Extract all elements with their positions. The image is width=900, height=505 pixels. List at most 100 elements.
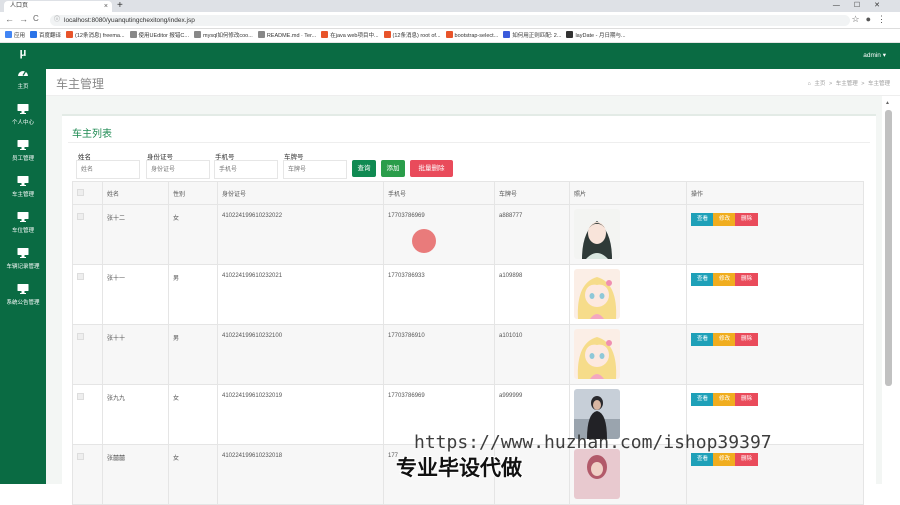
sidebar-item-label: 系统公告管理 xyxy=(6,300,40,306)
row-checkbox[interactable] xyxy=(77,393,84,400)
view-button[interactable]: 查看 xyxy=(691,393,714,406)
header-plate: 车牌号 xyxy=(494,181,570,205)
edit-button[interactable]: 修改 xyxy=(713,393,736,406)
row-checkbox[interactable] xyxy=(77,333,84,340)
bookmark-item[interactable]: 使用UEditor 报错C... xyxy=(129,29,189,42)
cell-select[interactable] xyxy=(72,324,103,385)
view-button[interactable]: 查看 xyxy=(691,333,714,346)
bookmark-favicon-icon xyxy=(321,31,329,38)
bookmark-item[interactable]: 如何用正则匹配: 2... xyxy=(503,29,561,42)
crumb-sep: > xyxy=(828,81,833,87)
breadcrumb: ⌂ 主页 > 车主管理 > 车主管理 xyxy=(806,79,890,87)
sidebar-item-label: 车辆记录管理 xyxy=(6,264,40,270)
page-header: 车主管理 ⌂ 主页 > 车主管理 > 车主管理 xyxy=(46,69,900,96)
cell-gender: 女 xyxy=(168,384,218,445)
cell-select[interactable] xyxy=(72,444,103,505)
sidebar-item-1[interactable]: 个人中心 xyxy=(0,99,46,135)
bookmark-item[interactable]: 在java web项目中... xyxy=(321,29,379,42)
bookmark-label: 使用UEditor 报错C... xyxy=(138,33,189,39)
cell-select[interactable] xyxy=(72,264,103,325)
scrollbar-thumb[interactable] xyxy=(885,110,892,386)
cell-photo xyxy=(569,444,687,505)
edit-button[interactable]: 修改 xyxy=(713,213,736,226)
plate-input[interactable] xyxy=(283,160,347,179)
reload-icon[interactable]: C xyxy=(33,14,39,23)
bookmark-favicon-icon xyxy=(445,31,453,38)
cell-select[interactable] xyxy=(72,384,103,445)
sidebar-item-6[interactable]: 系统公告管理 xyxy=(0,279,46,315)
row-checkbox[interactable] xyxy=(77,213,84,220)
bookmark-item[interactable]: README.md · Ter... xyxy=(257,29,316,42)
cell-plate: a888777 xyxy=(494,204,570,265)
edit-button[interactable]: 修改 xyxy=(713,273,736,286)
sidebar-item-5[interactable]: 车辆记录管理 xyxy=(0,243,46,279)
cell-id-number: 410224199610232019 xyxy=(217,384,384,445)
tab-title: 人口页 xyxy=(10,3,29,9)
cell-phone: 17703786933 xyxy=(383,264,495,325)
view-button[interactable]: 查看 xyxy=(691,273,714,286)
cell-select[interactable] xyxy=(72,204,103,265)
cell-actions: 查看 修改 删除 xyxy=(686,444,864,505)
sidebar-item-4[interactable]: 车位管理 xyxy=(0,207,46,243)
cursor-highlight xyxy=(412,229,436,253)
header-photo: 照片 xyxy=(569,181,687,205)
owner-list-card: 车主列表 姓名 身份证号 手机号 车牌号 查询 添加 批量删除 姓名 性别 身份… xyxy=(62,114,876,505)
bookmark-item[interactable]: 百度翻译 xyxy=(30,29,61,42)
bookmarks-bar: 应用 百度翻译 (12条消息) freema... 使用UEditor 报错C... m… xyxy=(0,29,900,43)
header-select-all[interactable] xyxy=(72,181,103,205)
browser-tab[interactable]: 人口页 × xyxy=(4,1,112,12)
sidebar-item-label: 个人中心 xyxy=(11,120,34,126)
bookmark-item[interactable]: bootstrap-select... xyxy=(445,29,498,42)
cell-plate: a109898 xyxy=(494,264,570,325)
crumb-section[interactable]: 车主管理 xyxy=(836,81,858,87)
crumb-home[interactable]: 主页 xyxy=(814,81,825,87)
search-button[interactable]: 查询 xyxy=(352,160,376,177)
sidebar-item-3[interactable]: 车主管理 xyxy=(0,171,46,207)
view-button[interactable]: 查看 xyxy=(691,213,714,226)
bookmark-item[interactable]: (12条消息) root of... xyxy=(383,29,441,42)
owner-photo xyxy=(574,209,682,259)
bookmark-item[interactable]: (12条消息) freema... xyxy=(66,29,125,42)
cell-actions: 查看 修改 删除 xyxy=(686,324,864,385)
bookmark-item[interactable]: mysql如何修改coo... xyxy=(193,29,253,42)
edit-button[interactable]: 修改 xyxy=(713,453,736,466)
row-checkbox[interactable] xyxy=(77,273,84,280)
name-input[interactable] xyxy=(76,160,140,179)
top-bar: admin ▾ xyxy=(46,43,900,69)
delete-button[interactable]: 删除 xyxy=(735,333,758,346)
window-controls[interactable]: —☐✕ xyxy=(833,0,894,11)
cell-id-number: 410224199610232022 xyxy=(217,204,384,265)
delete-button[interactable]: 删除 xyxy=(735,213,758,226)
bookmark-item[interactable]: layDate - 月日期与... xyxy=(566,29,626,42)
sidebar-item-0[interactable]: 主页 xyxy=(0,63,46,99)
forward-icon[interactable]: → xyxy=(19,14,28,24)
admin-menu[interactable]: admin ▾ xyxy=(863,51,886,59)
phone-input[interactable] xyxy=(214,160,278,179)
bookmark-label: mysql如何修改coo... xyxy=(202,33,253,39)
sidebar-item-label: 员工管理 xyxy=(11,156,34,162)
new-tab-button[interactable]: + xyxy=(117,0,123,11)
delete-button[interactable]: 删除 xyxy=(735,453,758,466)
url-field[interactable]: ⓘ localhost:8080/yuanqutingchexitong/inde… xyxy=(50,15,850,26)
scroll-up-icon[interactable]: ▲ xyxy=(885,100,890,106)
add-button[interactable]: 添加 xyxy=(381,160,405,177)
bookmark-label: 应用 xyxy=(14,33,26,39)
cell-actions: 查看 修改 删除 xyxy=(686,204,864,265)
edit-button[interactable]: 修改 xyxy=(713,333,736,346)
batch-delete-button[interactable]: 批量删除 xyxy=(410,160,453,177)
row-checkbox[interactable] xyxy=(77,453,84,460)
bookmark-star-icon[interactable]: ☆●⋮ xyxy=(851,14,892,25)
tab-close-icon[interactable]: × xyxy=(104,1,108,12)
select-all-checkbox[interactable] xyxy=(77,188,84,196)
view-button[interactable]: 查看 xyxy=(691,453,714,466)
cell-id-number: 410224199610232021 xyxy=(217,264,384,325)
owner-photo xyxy=(574,329,682,379)
id-number-input[interactable] xyxy=(146,160,210,179)
bookmark-item[interactable]: 应用 xyxy=(5,29,26,42)
delete-button[interactable]: 删除 xyxy=(735,393,758,406)
back-icon[interactable]: ← xyxy=(5,14,14,24)
browser-tab-strip: 人口页 × + —☐✕ xyxy=(0,0,900,12)
sidebar-item-2[interactable]: 员工管理 xyxy=(0,135,46,171)
delete-button[interactable]: 删除 xyxy=(735,273,758,286)
scrollbar[interactable]: ▲ xyxy=(882,96,900,484)
